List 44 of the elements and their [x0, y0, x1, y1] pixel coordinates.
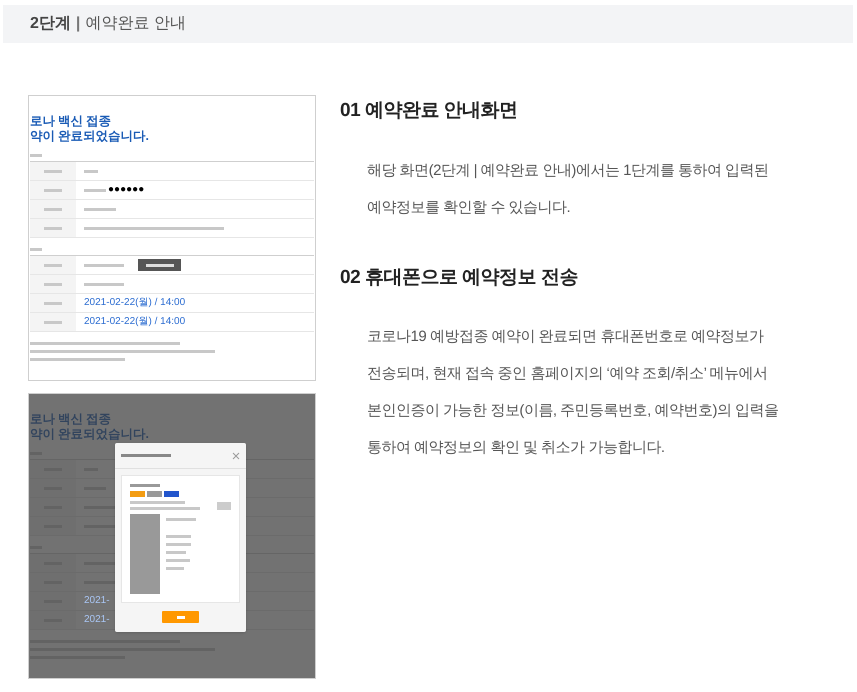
- text-placeholder: [84, 264, 124, 266]
- text-placeholder: [166, 543, 191, 546]
- text-placeholder: [130, 501, 185, 504]
- text-placeholder: [166, 567, 184, 570]
- text-placeholder: [166, 559, 190, 562]
- date-text: 2021-: [84, 615, 110, 625]
- text-placeholder: [44, 282, 62, 286]
- headline: 로나 백신 접종 약이 완료되었습니다.: [30, 412, 150, 442]
- text-placeholder: [44, 188, 62, 192]
- date-text: 2021-: [84, 596, 110, 606]
- text-placeholder: [44, 208, 62, 210]
- section-heading: 02 휴대폰으로 예약정보 전송: [340, 266, 579, 290]
- date-text: 2021-02-22(월) / 14:00: [84, 317, 186, 327]
- text-placeholder: [84, 188, 106, 192]
- text-placeholder: [44, 170, 62, 172]
- section-paragraph: 코로나19 예방접종 예약이 완료되면 휴대폰번호로 예약정보가 전송되며, 현재 접속 중인 홈페이지의 ‘예약 조회/취소’ 메뉴에서 본인인증이 가능한 정보(이름, 주민등록번호, 예약번호)의 입력을 통하여 예약정보의 확인 및 취소가 가능합니다.: [366, 327, 779, 458]
- section-paragraph: 해당 화면(2단계 | 예약완료 안내)에서는 1단계를 통하여 입력된 예약정보를 확인할 수 있습니다.: [366, 160, 770, 218]
- tag: [130, 491, 145, 497]
- confirm-button[interactable]: [162, 611, 199, 623]
- text-placeholder: [130, 484, 160, 487]
- text-placeholder: [166, 551, 186, 554]
- text-placeholder: [44, 302, 62, 304]
- text-placeholder: [130, 507, 200, 510]
- text-placeholder: [176, 616, 184, 618]
- masked-number: ●●●●●●: [108, 185, 144, 195]
- text-placeholder: [84, 282, 124, 286]
- close-icon[interactable]: [232, 452, 240, 460]
- section-heading: 01 예약완료 안내화면: [340, 99, 519, 123]
- text-placeholder: [166, 518, 196, 521]
- text-placeholder: [44, 264, 62, 266]
- text-placeholder: [166, 535, 191, 538]
- step-title: 예약완료 안내: [85, 14, 186, 34]
- text-placeholder: [146, 264, 174, 266]
- tag: [164, 491, 179, 497]
- text-placeholder: [44, 320, 62, 324]
- text-placeholder: [84, 208, 116, 210]
- separator: |: [76, 14, 80, 34]
- text-placeholder: [44, 226, 62, 230]
- text-placeholder: [84, 170, 98, 172]
- date-text: 2021-02-22(월) / 14:00: [84, 298, 186, 308]
- headline: 로나 백신 접종 약이 완료되었습니다.: [30, 114, 150, 144]
- step-label: 2단계: [30, 14, 71, 34]
- text-placeholder: [121, 454, 171, 457]
- tag: [147, 491, 162, 497]
